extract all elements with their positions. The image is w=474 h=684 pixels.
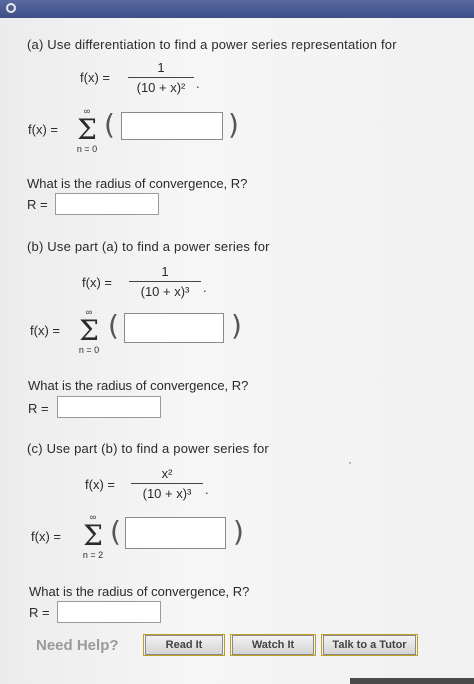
part-b-r-label: R =	[28, 401, 49, 416]
bottom-edge-strip	[350, 678, 474, 684]
read-it-button[interactable]: Read It	[145, 635, 223, 655]
watch-it-button[interactable]: Watch It	[232, 635, 314, 655]
part-b-title: (b) Use part (a) to find a power series …	[27, 239, 270, 254]
left-paren: (	[108, 309, 119, 342]
part-b-series-term-input[interactable]	[124, 313, 224, 343]
fraction-bar	[131, 483, 203, 484]
fraction-bar	[128, 77, 194, 78]
part-b-sum-lhs: f(x) =	[30, 323, 60, 338]
right-paren: )	[231, 309, 242, 342]
sum-lower-limit: n = 0	[76, 144, 98, 154]
sum-lower-limit: n = 0	[78, 345, 100, 355]
sigma-icon: Σ	[79, 314, 99, 347]
part-c-title: (c) Use part (b) to find a power series …	[27, 441, 269, 456]
part-c-fraction: x² (10 + x)³	[131, 466, 203, 501]
part-a-title: (a) Use differentiation to find a power …	[27, 37, 397, 52]
right-paren: )	[228, 108, 239, 141]
part-c-numerator: x²	[161, 466, 173, 481]
part-b-denominator: (10 + x)³	[140, 284, 190, 299]
part-b-period: .	[203, 280, 207, 295]
part-a-denominator: (10 + x)²	[136, 80, 186, 95]
sigma-icon: Σ	[83, 519, 103, 552]
left-paren: (	[110, 515, 121, 548]
part-c-fx-label: f(x) =	[85, 477, 115, 492]
part-a-period: .	[196, 76, 200, 91]
part-c-radius-question: What is the radius of convergence, R?	[29, 584, 250, 599]
part-c-radius-input[interactable]	[57, 601, 161, 623]
part-a-r-label: R =	[27, 197, 48, 212]
right-paren: )	[233, 515, 244, 548]
part-a-radius-input[interactable]	[55, 193, 159, 215]
sum-lower-limit: n = 2	[82, 550, 104, 560]
part-b-numerator: 1	[161, 264, 169, 279]
part-a-series-term-input[interactable]	[121, 112, 223, 140]
part-c-summation: ∞ Σ n = 2	[78, 512, 108, 560]
part-c-series-term-input[interactable]	[125, 517, 226, 549]
part-a-radius-question: What is the radius of convergence, R?	[27, 176, 248, 191]
need-help-label: Need Help?	[36, 637, 119, 654]
part-c-r-label: R =	[29, 605, 50, 620]
part-a-fraction: 1 (10 + x)²	[128, 60, 194, 95]
part-a-sum-lhs: f(x) =	[28, 122, 58, 137]
part-a-numerator: 1	[157, 60, 165, 75]
fraction-bar	[129, 281, 201, 282]
part-b-fraction: 1 (10 + x)³	[129, 264, 201, 299]
talk-to-tutor-button[interactable]: Talk to a Tutor	[323, 635, 416, 655]
part-a-summation: ∞ Σ n = 0	[72, 106, 102, 154]
part-c-sum-lhs: f(x) =	[31, 529, 61, 544]
stray-dot: ·	[348, 455, 352, 469]
part-c-period: .	[205, 482, 209, 497]
part-b-radius-input[interactable]	[57, 396, 161, 418]
part-c-denominator: (10 + x)³	[142, 486, 192, 501]
left-paren: (	[104, 108, 115, 141]
status-circle-icon	[6, 3, 16, 13]
part-b-fx-label: f(x) =	[82, 275, 112, 290]
part-b-radius-question: What is the radius of convergence, R?	[28, 378, 249, 393]
part-a-fx-label: f(x) =	[80, 70, 110, 85]
window-top-bar	[0, 0, 474, 18]
sigma-icon: Σ	[77, 113, 97, 146]
part-b-summation: ∞ Σ n = 0	[74, 307, 104, 355]
